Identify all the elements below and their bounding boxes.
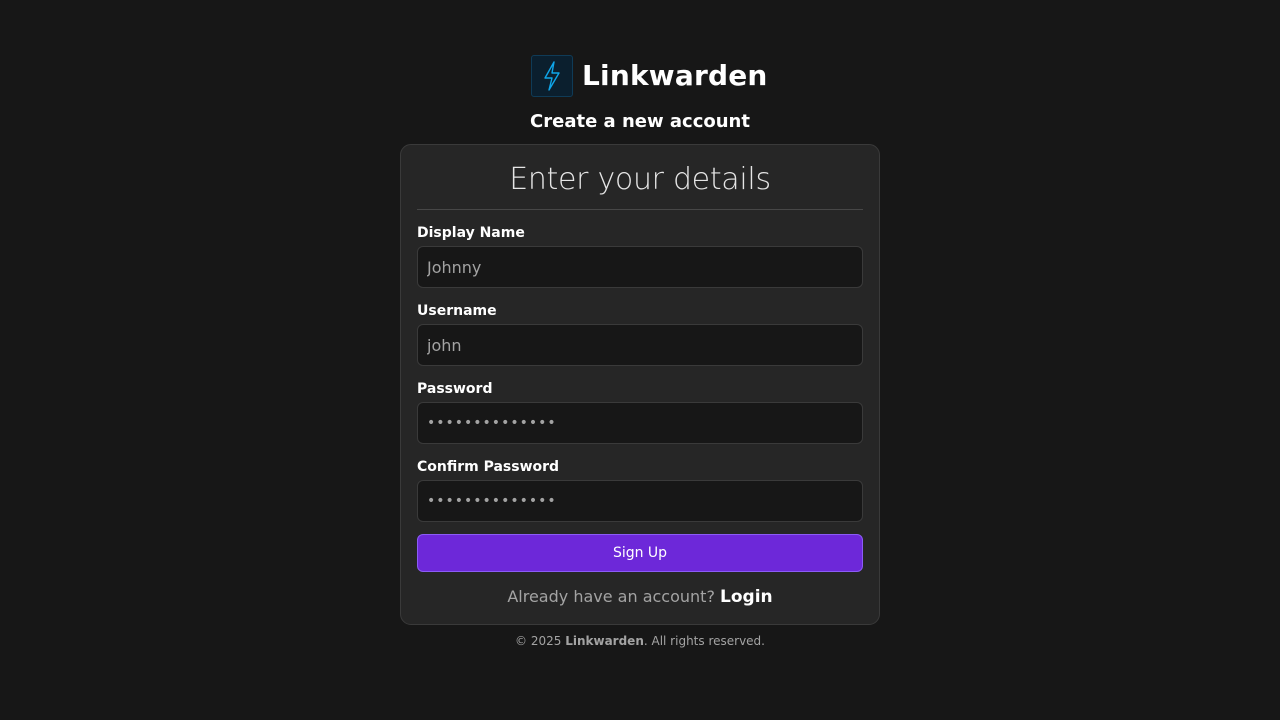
username-label: Username (417, 303, 497, 319)
brand-name: Linkwarden (582, 59, 768, 92)
login-prompt-text: Already have an account? (507, 587, 715, 606)
signup-card: Enter your details Display Name Username… (400, 144, 880, 625)
username-input[interactable] (417, 324, 863, 366)
brand-header: Linkwarden (531, 55, 768, 97)
display-name-label: Display Name (417, 225, 525, 241)
page-subtitle: Create a new account (530, 111, 750, 132)
sign-up-button[interactable]: Sign Up (417, 534, 863, 572)
footer-brand: Linkwarden (565, 634, 644, 648)
card-title: Enter your details (509, 162, 771, 197)
divider (417, 209, 863, 210)
footer-copyright: © 2025 (515, 634, 562, 648)
password-input[interactable]: •••••••••••••• (417, 402, 863, 444)
confirm-password-label: Confirm Password (417, 459, 560, 475)
password-label: Password (417, 381, 493, 397)
footer-rights: . All rights reserved. (643, 634, 765, 648)
footer: © 2025 Linkwarden. All rights reserved. (0, 632, 1280, 650)
lightning-bolt-icon (531, 55, 573, 97)
login-link[interactable]: Login (720, 587, 773, 607)
confirm-password-input[interactable]: •••••••••••••• (417, 480, 863, 522)
login-prompt-row: Already have an account? Login (401, 585, 879, 609)
display-name-input[interactable] (417, 246, 863, 288)
